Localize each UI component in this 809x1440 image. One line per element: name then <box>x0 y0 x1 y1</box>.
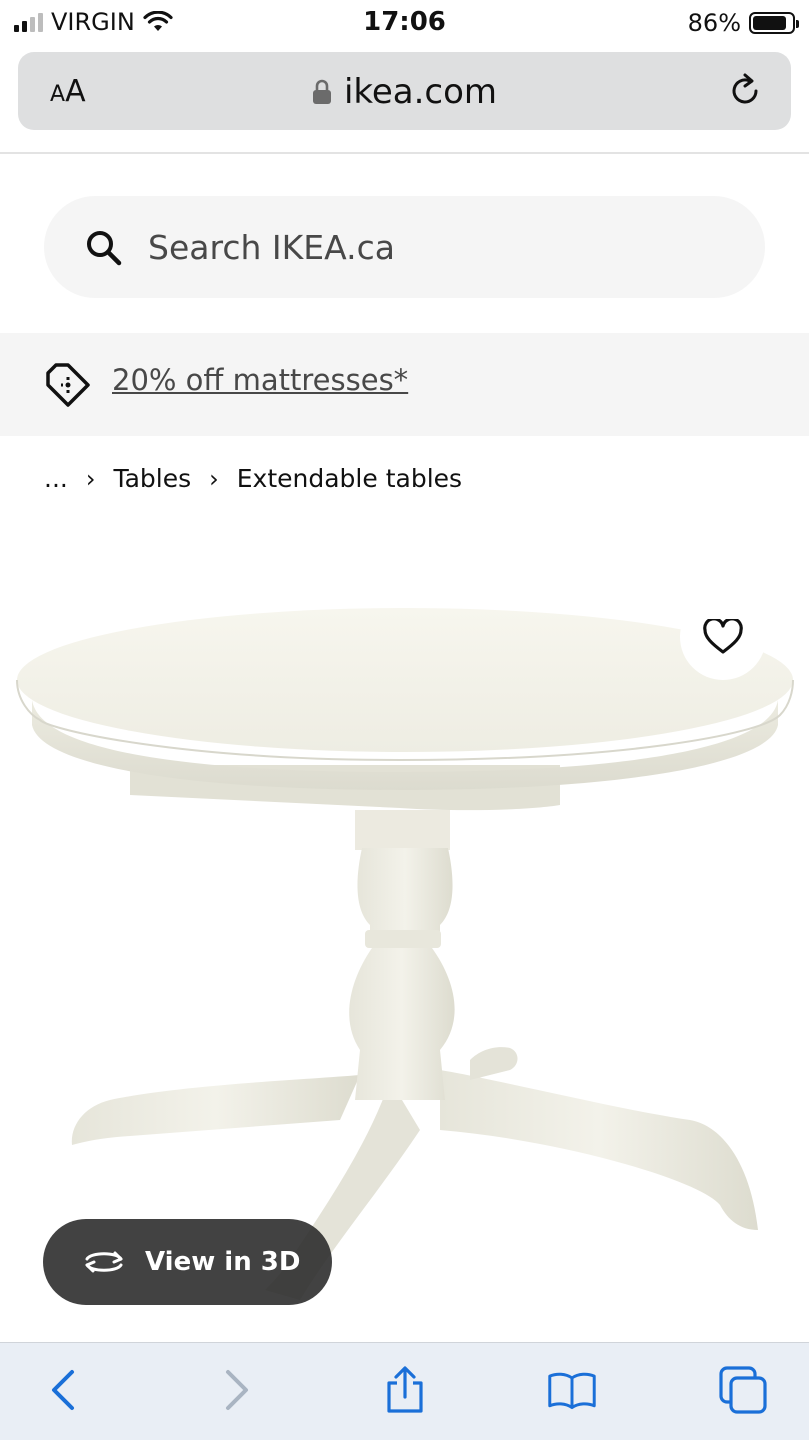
price-tag-icon <box>46 363 90 407</box>
back-button[interactable] <box>38 1365 88 1415</box>
chevron-right-icon: › <box>85 464 96 493</box>
reload-icon[interactable] <box>725 71 765 111</box>
url-display[interactable]: ikea.com <box>18 72 791 112</box>
breadcrumb-ellipsis[interactable]: ... <box>44 464 68 493</box>
battery-percent: 86% <box>687 9 741 37</box>
status-bar: VIRGIN 17:06 86% <box>0 0 809 46</box>
bookmarks-button[interactable] <box>547 1365 597 1415</box>
favorite-button[interactable] <box>680 594 766 680</box>
share-icon <box>387 1366 423 1413</box>
heart-icon <box>703 619 743 654</box>
view-in-3d-label: View in 3D <box>145 1247 301 1277</box>
promo-link[interactable]: 20% off mattresses* <box>112 363 408 397</box>
url-domain: ikea.com <box>343 72 498 112</box>
view-in-3d-button[interactable]: View in 3D <box>43 1219 332 1305</box>
browser-toolbar <box>0 1342 809 1440</box>
tabs-icon <box>719 1366 767 1414</box>
back-arrow-icon <box>52 1370 74 1410</box>
search-input[interactable] <box>148 222 728 272</box>
promo-banner: 20% off mattresses* <box>0 333 809 436</box>
search-bar[interactable] <box>44 196 765 298</box>
tabs-button[interactable] <box>718 1365 768 1415</box>
breadcrumb: ... › Tables › Extendable tables <box>44 464 462 493</box>
lock-icon <box>312 79 331 104</box>
battery: 86% <box>687 9 799 37</box>
breadcrumb-item-extendable-tables[interactable]: Extendable tables <box>237 464 462 493</box>
bookmarks-icon <box>548 1372 596 1410</box>
forward-arrow-icon <box>226 1370 248 1410</box>
forward-button[interactable] <box>212 1365 262 1415</box>
rotate-3d-icon <box>85 1251 123 1273</box>
battery-icon <box>749 12 799 34</box>
search-icon <box>87 231 122 266</box>
address-bar[interactable]: AA ikea.com <box>18 52 791 130</box>
breadcrumb-item-tables[interactable]: Tables <box>113 464 191 493</box>
header-divider <box>0 152 809 154</box>
share-button[interactable] <box>380 1365 430 1415</box>
chevron-right-icon: › <box>209 464 219 493</box>
